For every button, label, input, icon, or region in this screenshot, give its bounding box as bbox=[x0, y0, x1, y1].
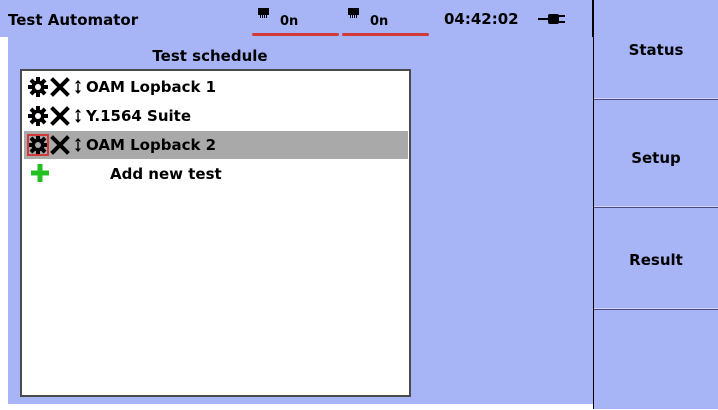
main-panel: Test schedule OAM Lopback 1 Y.1564 Suite… bbox=[0, 37, 593, 409]
test-label: Y.1564 Suite bbox=[86, 107, 192, 125]
port-2-icon bbox=[348, 8, 359, 18]
result-softkey[interactable]: Result bbox=[594, 210, 718, 310]
test-label: OAM Lopback 1 bbox=[86, 78, 217, 96]
test-schedule-list[interactable]: OAM Lopback 1 Y.1564 Suite OAM Lopback 2… bbox=[20, 69, 411, 397]
test-row-3-selected[interactable]: OAM Lopback 2 bbox=[24, 131, 408, 159]
softkey-panel: Status Setup Result bbox=[593, 0, 718, 409]
setup-softkey[interactable]: Setup bbox=[594, 108, 718, 208]
delete-icon[interactable] bbox=[50, 106, 70, 126]
port-1-link-line bbox=[252, 33, 339, 36]
add-new-test-label[interactable]: Add new test bbox=[110, 165, 222, 183]
section-title: Test schedule bbox=[152, 47, 268, 65]
delete-icon[interactable] bbox=[50, 135, 70, 155]
power-plug-icon bbox=[538, 14, 568, 24]
port-1-icon bbox=[258, 8, 269, 18]
test-label: OAM Lopback 2 bbox=[86, 136, 217, 154]
test-row-1[interactable]: OAM Lopback 1 bbox=[24, 73, 408, 101]
blank-softkey[interactable] bbox=[594, 310, 718, 410]
plus-icon[interactable] bbox=[30, 163, 50, 183]
move-updown-icon[interactable] bbox=[74, 108, 82, 124]
gear-icon[interactable] bbox=[28, 77, 48, 97]
move-updown-icon[interactable] bbox=[74, 79, 82, 95]
clock: 04:42:02 bbox=[444, 10, 519, 28]
add-new-test-row[interactable]: Add new test bbox=[24, 160, 408, 188]
port-2-value: 0n bbox=[370, 14, 389, 29]
delete-icon[interactable] bbox=[50, 77, 70, 97]
gear-icon[interactable] bbox=[27, 134, 49, 156]
port-2-link-line bbox=[342, 33, 429, 36]
app-title: Test Automator bbox=[8, 11, 139, 29]
port-1-value: 0n bbox=[280, 14, 299, 29]
test-row-2[interactable]: Y.1564 Suite bbox=[24, 102, 408, 130]
gear-icon[interactable] bbox=[28, 106, 48, 126]
status-softkey[interactable]: Status bbox=[594, 0, 718, 100]
status-bar: Test Automator 0n 0n 04:42:02 bbox=[0, 0, 593, 37]
move-updown-icon[interactable] bbox=[74, 137, 82, 153]
